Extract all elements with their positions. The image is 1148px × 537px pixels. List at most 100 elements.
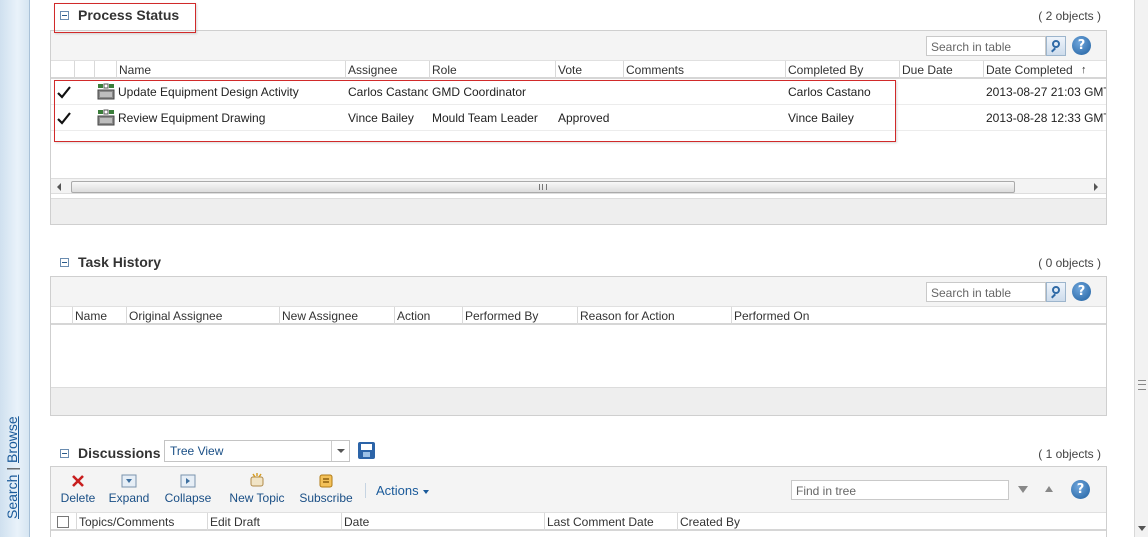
browse-link[interactable]: Browse bbox=[4, 416, 20, 463]
table-row[interactable]: Update Equipment Design Activity Carlos … bbox=[51, 79, 1106, 105]
column-header-row: Topics/Comments Edit Draft Date Last Com… bbox=[51, 513, 1106, 531]
cell-comments bbox=[626, 79, 784, 105]
collapse-icon[interactable] bbox=[60, 257, 69, 267]
cell-completed-by: Vince Bailey bbox=[788, 111, 854, 125]
thumb-grip-icon bbox=[539, 184, 547, 190]
expand-button[interactable]: Expand bbox=[107, 473, 151, 505]
discussions-header: Discussions bbox=[60, 445, 160, 461]
scroll-right-arrow-icon[interactable] bbox=[1094, 183, 1098, 191]
search-icon[interactable] bbox=[1046, 282, 1066, 302]
collapse-tree-icon bbox=[180, 474, 196, 488]
table-row[interactable]: Review Equipment Drawing Vince Bailey Mo… bbox=[51, 105, 1106, 131]
task-history-table: Search in table ? Name Original Assignee… bbox=[50, 276, 1107, 416]
delete-x-icon bbox=[72, 475, 84, 487]
column-header-row: Name Original Assignee New Assignee Acti… bbox=[51, 307, 1106, 325]
col-icon bbox=[94, 61, 116, 79]
section-title: Process Status bbox=[78, 7, 180, 23]
scroll-down-arrow-icon[interactable] bbox=[1138, 526, 1146, 531]
collapse-label: Collapse bbox=[164, 491, 212, 505]
cell-assignee: Carlos Castano bbox=[348, 85, 428, 99]
task-icon bbox=[97, 83, 115, 100]
search-input[interactable]: Search in table bbox=[926, 282, 1046, 302]
discussions-toolbar: Delete Expand Collapse New Topic Subscri… bbox=[51, 467, 1106, 513]
scroll-grip-icon[interactable] bbox=[1138, 380, 1146, 390]
cell-name[interactable]: Update Equipment Design Activity bbox=[118, 79, 343, 105]
col-action[interactable]: Action bbox=[394, 307, 462, 325]
chevron-down-icon[interactable] bbox=[331, 441, 349, 461]
col-vote[interactable]: Vote bbox=[555, 61, 623, 79]
new-topic-button[interactable]: New Topic bbox=[226, 473, 288, 505]
object-count: ( 2 objects ) bbox=[1038, 9, 1101, 23]
side-links: Search | Browse bbox=[4, 399, 22, 519]
col-comments[interactable]: Comments bbox=[623, 61, 785, 79]
cell-completed-by: Carlos Castano bbox=[788, 85, 871, 99]
col-role[interactable]: Role bbox=[429, 61, 555, 79]
delete-button[interactable]: Delete bbox=[59, 473, 97, 505]
horizontal-scrollbar[interactable] bbox=[51, 178, 1106, 194]
checkmark-icon bbox=[57, 112, 71, 125]
new-topic-label: New Topic bbox=[229, 491, 285, 505]
filter-icon[interactable] bbox=[1018, 486, 1028, 493]
view-select[interactable]: Tree View bbox=[164, 440, 350, 462]
process-status-panel: Process Status ( 2 objects ) Search in t… bbox=[50, 0, 1107, 230]
collapse-button[interactable]: Collapse bbox=[161, 473, 215, 505]
find-in-tree-input[interactable]: Find in tree bbox=[791, 480, 1009, 500]
sort-arrow-icon[interactable]: ↑ bbox=[1079, 61, 1093, 79]
subscribe-icon bbox=[319, 474, 333, 488]
process-status-table: Search in table ? Name Assignee Role Vot… bbox=[50, 30, 1107, 225]
col-due-date[interactable]: Due Date bbox=[899, 61, 983, 79]
col-name[interactable]: Name bbox=[116, 61, 345, 79]
col-edit-draft[interactable]: Edit Draft bbox=[207, 513, 341, 531]
col-blank bbox=[74, 61, 94, 79]
col-original-assignee[interactable]: Original Assignee bbox=[126, 307, 279, 325]
collapse-icon[interactable] bbox=[60, 10, 69, 20]
discussions-table: Delete Expand Collapse New Topic Subscri… bbox=[50, 466, 1107, 537]
discussions-panel: Discussions Tree View ( 1 objects ) Dele… bbox=[50, 440, 1107, 537]
side-links-text: Search | Browse bbox=[4, 416, 20, 519]
cell-role: GMD Coordinator bbox=[432, 85, 527, 99]
subscribe-label: Subscribe bbox=[299, 491, 353, 505]
save-icon[interactable] bbox=[358, 442, 375, 459]
view-select-value: Tree View bbox=[170, 444, 224, 458]
select-all-checkbox[interactable] bbox=[57, 516, 69, 528]
actions-menu[interactable]: Actions bbox=[365, 483, 429, 498]
help-icon[interactable]: ? bbox=[1072, 282, 1091, 301]
col-assignee[interactable]: Assignee bbox=[345, 61, 429, 79]
scroll-left-arrow-icon[interactable] bbox=[57, 183, 61, 191]
object-count: ( 0 objects ) bbox=[1038, 256, 1101, 270]
collapse-icon[interactable] bbox=[60, 448, 69, 458]
col-check bbox=[51, 307, 72, 325]
process-status-header: Process Status bbox=[60, 7, 179, 23]
col-reason-for-action[interactable]: Reason for Action bbox=[577, 307, 731, 325]
col-performed-by[interactable]: Performed By bbox=[462, 307, 577, 325]
move-up-icon[interactable] bbox=[1045, 486, 1053, 492]
col-new-assignee[interactable]: New Assignee bbox=[279, 307, 394, 325]
cell-date-completed: 2013-08-27 21:03 GMT- bbox=[986, 85, 1106, 99]
cell-assignee: Vince Bailey bbox=[348, 111, 414, 125]
subscribe-button[interactable]: Subscribe bbox=[297, 473, 355, 505]
vertical-scrollbar[interactable] bbox=[1134, 0, 1148, 537]
table-toolbar: Search in table ? bbox=[51, 31, 1106, 61]
col-last-comment-date[interactable]: Last Comment Date bbox=[544, 513, 677, 531]
search-input[interactable]: Search in table bbox=[926, 36, 1046, 56]
search-link[interactable]: Search bbox=[4, 475, 20, 519]
col-check bbox=[51, 61, 74, 79]
cell-role: Mould Team Leader bbox=[432, 111, 538, 125]
col-performed-on[interactable]: Performed On bbox=[731, 307, 1103, 325]
new-topic-icon bbox=[250, 473, 264, 487]
table-toolbar: Search in table ? bbox=[51, 277, 1106, 307]
cell-name[interactable]: Review Equipment Drawing bbox=[118, 105, 343, 131]
scroll-thumb[interactable] bbox=[71, 181, 1015, 193]
col-date[interactable]: Date bbox=[341, 513, 544, 531]
help-icon[interactable]: ? bbox=[1072, 36, 1091, 55]
col-completed-by[interactable]: Completed By bbox=[785, 61, 899, 79]
section-title: Task History bbox=[78, 254, 161, 270]
search-icon[interactable] bbox=[1046, 36, 1066, 56]
col-topics-comments[interactable]: Topics/Comments bbox=[76, 513, 207, 531]
col-created-by[interactable]: Created By bbox=[677, 513, 817, 531]
cell-vote bbox=[558, 79, 622, 105]
left-nav-strip: Search | Browse bbox=[0, 0, 30, 537]
col-name[interactable]: Name bbox=[72, 307, 126, 325]
col-date-completed[interactable]: Date Completed bbox=[983, 61, 1081, 79]
help-icon[interactable]: ? bbox=[1071, 480, 1090, 499]
